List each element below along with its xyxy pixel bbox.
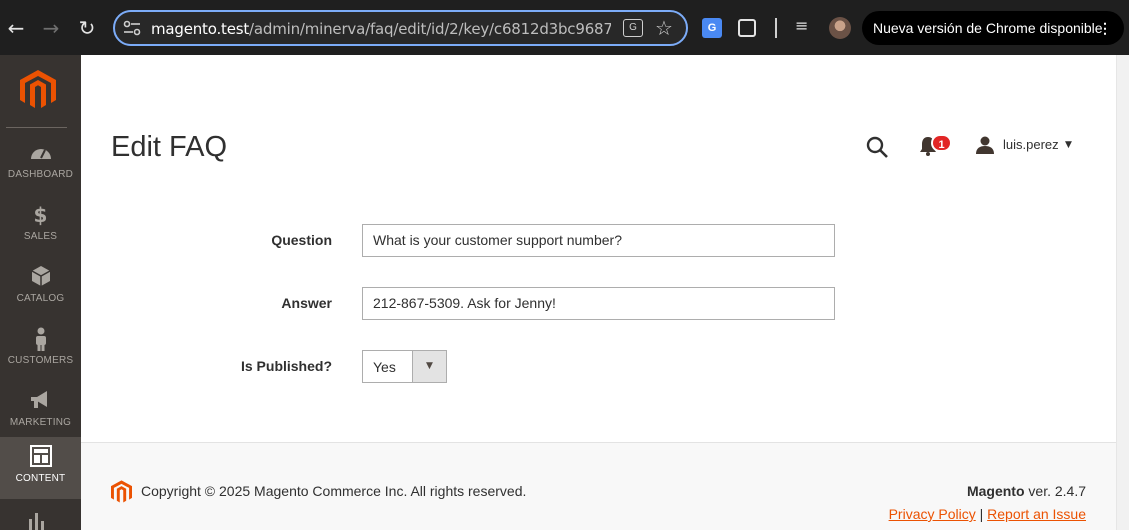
sidebar-item-label: CUSTOMERS [7, 355, 74, 366]
sidebar-item-dashboard[interactable]: DASHBOARD [0, 141, 81, 203]
is-published-select[interactable]: Yes ▼ [362, 350, 447, 383]
logo-divider [6, 127, 67, 128]
footer-links: Privacy Policy | Report an Issue [889, 506, 1086, 522]
question-input[interactable]: What is your customer support number? [362, 224, 835, 257]
sidebar-item-label: DASHBOARD [7, 169, 74, 180]
is-published-value: Yes [373, 359, 396, 375]
address-bar[interactable]: magento.test/admin/minerva/faq/edit/id/2… [113, 10, 688, 46]
reload-icon[interactable]: ↻ [73, 14, 101, 42]
sidebar-item-label: SALES [23, 231, 58, 242]
megaphone-icon [0, 389, 81, 413]
sidebar-item-label: MARKETING [9, 417, 72, 428]
url-text[interactable]: magento.test/admin/minerva/faq/edit/id/2… [151, 20, 611, 38]
magento-footer-logo-icon [111, 480, 132, 503]
link-separator: | [979, 506, 984, 522]
extensions-puzzle-icon[interactable] [738, 19, 756, 37]
page-footer: Copyright © 2025 Magento Commerce Inc. A… [81, 442, 1116, 530]
is-published-label: Is Published? [240, 358, 332, 374]
report-issue-link[interactable]: Report an Issue [987, 506, 1086, 522]
dollar-icon: $ [33, 203, 48, 227]
search-icon[interactable] [866, 136, 888, 158]
sidebar-item-label: CONTENT [15, 473, 66, 484]
more-menu-icon[interactable]: ⋮ [1098, 11, 1112, 45]
browser-toolbar: ← → ↻ magento.test/admin/minerva/faq/edi… [0, 0, 1129, 55]
answer-input[interactable]: 212-867-5309. Ask for Jenny! [362, 287, 835, 320]
sidebar-item-sales[interactable]: $ SALES [0, 203, 81, 265]
dropdown-arrow-icon[interactable]: ▼ [412, 351, 446, 382]
admin-sidebar: DASHBOARD $ SALES CATALOG CUSTOMERS MARK… [0, 55, 81, 530]
question-label: Question [271, 232, 332, 248]
copyright-text: Copyright © 2025 Magento Commerce Inc. A… [141, 483, 527, 499]
site-settings-icon[interactable] [123, 20, 141, 36]
notification-count-badge[interactable]: 1 [931, 134, 952, 152]
toolbar-divider [775, 18, 777, 38]
update-label: Nueva versión de Chrome disponible [873, 20, 1103, 36]
chevron-down-icon[interactable]: ▼ [1065, 140, 1072, 150]
content-icon [0, 445, 81, 469]
bookmark-star-icon[interactable]: ☆ [655, 16, 673, 40]
reports-bar-chart-icon[interactable] [27, 511, 49, 530]
answer-label: Answer [281, 295, 332, 311]
user-account-icon[interactable] [975, 136, 995, 154]
version-text: Magento ver. 2.4.7 [967, 483, 1086, 499]
sidebar-item-label: CATALOG [16, 293, 65, 304]
page-title: Edit FAQ [111, 131, 228, 163]
box-icon [0, 265, 81, 289]
person-icon [0, 327, 81, 351]
version-number: ver. 2.4.7 [1024, 483, 1086, 499]
media-controls-icon[interactable]: ≡ [795, 16, 815, 36]
page-scrollbar[interactable] [1116, 55, 1129, 530]
dashboard-icon [0, 141, 81, 165]
chrome-update-button[interactable]: Nueva versión de Chrome disponible ⋮ [862, 11, 1124, 45]
google-translate-extension-icon[interactable]: G [702, 18, 722, 38]
back-arrow-icon[interactable]: ← [2, 14, 30, 42]
brand-name: Magento [966, 483, 1025, 499]
sidebar-item-catalog[interactable]: CATALOG [0, 265, 81, 327]
privacy-policy-link[interactable]: Privacy Policy [889, 506, 976, 522]
sidebar-item-customers[interactable]: CUSTOMERS [0, 327, 81, 389]
forward-arrow-icon[interactable]: → [37, 14, 65, 42]
sidebar-item-content[interactable]: CONTENT [0, 437, 81, 499]
magento-logo-icon[interactable] [20, 70, 56, 110]
translate-icon[interactable]: G [623, 19, 643, 37]
user-name[interactable]: luis.perez [1003, 137, 1059, 152]
profile-avatar[interactable] [829, 17, 851, 39]
